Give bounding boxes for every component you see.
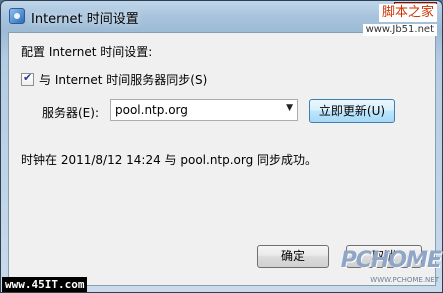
status-text: 时钟在 2011/8/12 14:24 与 pool.ntp.org 同步成功。 bbox=[21, 153, 318, 167]
sync-checkbox-row[interactable]: 与 Internet 时间服务器同步(S) bbox=[21, 71, 207, 88]
ok-button[interactable]: 确定 bbox=[257, 245, 329, 268]
watermark-bottom-left: www.45IT.com bbox=[2, 277, 88, 292]
server-dropdown[interactable]: pool.ntp.org ▼ bbox=[110, 99, 298, 121]
app-clock-icon bbox=[9, 8, 25, 24]
server-value[interactable]: pool.ntp.org bbox=[115, 103, 188, 117]
sync-checkbox[interactable] bbox=[21, 71, 34, 86]
watermark-top-right-text: 脚本之家 bbox=[381, 5, 434, 20]
watermark-logo-url: WWW.PCHOME.NET bbox=[370, 276, 439, 284]
watermark-logo: PCHOME bbox=[340, 248, 442, 273]
sync-checkbox-label[interactable]: 与 Internet 时间服务器同步(S) bbox=[39, 71, 207, 88]
update-now-button[interactable]: 立即更新(U) bbox=[309, 99, 395, 123]
heading: 配置 Internet 时间设置: bbox=[21, 45, 153, 59]
watermark-top-right-url: www.Jb51.net bbox=[362, 24, 437, 36]
dropdown-arrow-icon[interactable]: ▼ bbox=[286, 103, 293, 113]
watermark-top-right: 脚本之家 www.Jb51.net bbox=[362, 4, 437, 36]
server-label: 服务器(E): bbox=[42, 106, 99, 120]
watermark-bottom-right: PCHOME WWW.PCHOME.NET bbox=[341, 246, 442, 291]
window-title: Internet 时间设置 bbox=[31, 12, 139, 27]
